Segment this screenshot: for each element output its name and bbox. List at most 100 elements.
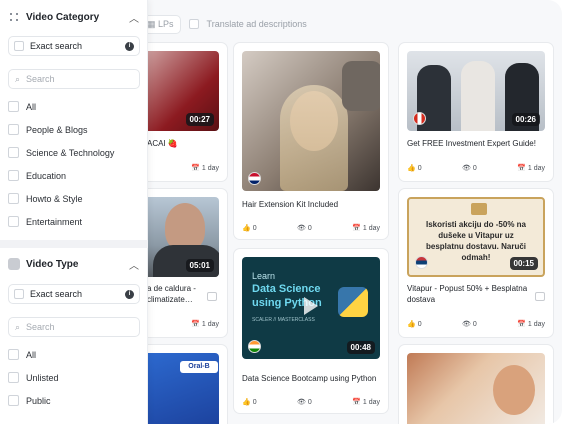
- chevron-up-icon[interactable]: ︿: [129, 257, 139, 272]
- section-divider: [0, 240, 148, 248]
- type-option-public[interactable]: Public: [8, 395, 51, 406]
- country-flag-icon: [248, 340, 261, 353]
- video-card[interactable]: [398, 344, 554, 424]
- exact-search-toggle[interactable]: Exact search i: [8, 284, 140, 304]
- app-window: ▦ LPs Translate ad descriptions 00:27 AC…: [0, 0, 562, 424]
- checkbox[interactable]: [8, 395, 19, 406]
- checkbox[interactable]: [8, 216, 19, 227]
- exact-search-toggle[interactable]: Exact search i: [8, 36, 140, 56]
- date-info: 📅 1 day: [352, 398, 380, 407]
- video-title-line1: a de caldura -: [147, 284, 196, 293]
- likes-count: 👍 0: [242, 398, 257, 407]
- eye-icon: 👁: [461, 321, 471, 328]
- filter-sidebar: Video Category ︿ Exact search i ⌕ Search…: [0, 0, 148, 424]
- type-search-input[interactable]: ⌕ Search: [8, 317, 140, 337]
- thumbs-up-icon: 👍: [407, 321, 416, 328]
- date-info: 📅 1 day: [191, 320, 219, 329]
- date-info: 📅 1 day: [517, 164, 545, 173]
- likes-count: 👍 0: [407, 164, 422, 173]
- category-option-all[interactable]: All: [8, 101, 36, 112]
- date-info: 📅 1 day: [191, 164, 219, 173]
- category-option-education[interactable]: Education: [8, 170, 66, 181]
- lps-label: LPs: [158, 18, 174, 29]
- info-icon[interactable]: i: [125, 41, 134, 51]
- video-thumbnail[interactable]: Learn Data Science using Python SCALER /…: [242, 257, 380, 359]
- brand-logo: [471, 203, 487, 215]
- video-thumbnail[interactable]: [242, 51, 380, 191]
- category-option-howto-style[interactable]: Howto & Style: [8, 193, 83, 204]
- video-card[interactable]: Hair Extension Kit Included 👍 0 👁 0 📅 1 day: [233, 42, 389, 240]
- video-thumbnail[interactable]: Iskoristi akciju do -50% na dušeke u Vit…: [407, 197, 545, 277]
- likes-count: 👍 0: [242, 224, 257, 233]
- calendar-icon: 📅: [517, 165, 526, 172]
- country-flag-icon: [248, 172, 261, 185]
- play-icon[interactable]: [304, 297, 318, 315]
- checkbox[interactable]: [8, 349, 19, 360]
- search-icon: ⌕: [15, 321, 21, 332]
- thumbs-up-icon: 👍: [242, 225, 251, 232]
- category-grid-icon: [8, 11, 20, 23]
- topbar: ▦ LPs Translate ad descriptions: [140, 14, 307, 34]
- video-card[interactable]: Learn Data Science using Python SCALER /…: [233, 248, 389, 414]
- checkbox[interactable]: [8, 101, 19, 112]
- translate-icon[interactable]: [535, 292, 545, 301]
- duration-badge: 00:27: [185, 113, 214, 126]
- calendar-icon: 📅: [352, 399, 361, 406]
- duration-badge: 05:01: [185, 259, 214, 272]
- video-meta: 👍 0 👁 0 📅 1 day: [242, 398, 380, 407]
- video-category-header[interactable]: Video Category ︿: [8, 8, 139, 26]
- search-icon: ⌕: [15, 73, 21, 84]
- thumb-text-headline: Data Science: [252, 283, 321, 295]
- video-meta: 👍 0 👁 0 📅 1 day: [407, 164, 545, 173]
- video-card[interactable]: 00:26 Get FREE Investment Expert Guide! …: [398, 42, 554, 182]
- video-title-line1: Vitapur - Popust 50% + Besplatna: [407, 284, 528, 293]
- exact-search-label: Exact search: [30, 41, 83, 51]
- python-logo-icon: [338, 287, 368, 317]
- checkbox[interactable]: [8, 170, 19, 181]
- video-card[interactable]: Iskoristi akciju do -50% na dušeke u Vit…: [398, 188, 554, 338]
- type-option-unlisted[interactable]: Unlisted: [8, 372, 59, 383]
- calendar-icon: 📅: [352, 225, 361, 232]
- video-thumbnail[interactable]: [407, 353, 545, 424]
- exact-search-checkbox[interactable]: [14, 289, 24, 299]
- chevron-up-icon[interactable]: ︿: [129, 10, 139, 25]
- thumbs-up-icon: 👍: [407, 165, 416, 172]
- eye-icon: 👁: [296, 399, 306, 406]
- video-title: Data Science Bootcamp using Python: [242, 374, 377, 383]
- views-count: 👁 0: [296, 224, 312, 233]
- type-option-all[interactable]: All: [8, 349, 36, 360]
- country-flag-icon: [413, 112, 426, 125]
- translate-checkbox[interactable]: [188, 19, 199, 29]
- video-category-title: Video Category: [26, 11, 100, 23]
- checkbox[interactable]: [8, 124, 19, 135]
- video-type-header[interactable]: Video Type ︿: [8, 255, 139, 273]
- video-title-line2: climatizate…: [147, 295, 193, 304]
- calendar-icon: 📅: [517, 321, 526, 328]
- checkbox[interactable]: [8, 147, 19, 158]
- translate-icon[interactable]: [207, 292, 217, 301]
- video-type-title: Video Type: [26, 258, 79, 270]
- info-icon[interactable]: i: [125, 289, 134, 299]
- eye-icon: 👁: [461, 165, 471, 172]
- likes-count: 👍 0: [407, 320, 422, 329]
- date-info: 📅 1 day: [352, 224, 380, 233]
- views-count: 👁 0: [461, 164, 477, 173]
- video-thumbnail[interactable]: 00:26: [407, 51, 545, 131]
- duration-badge: 00:26: [511, 113, 540, 126]
- thumb-text-brand: SCALER // MASTERCLASS: [252, 317, 315, 323]
- checkbox[interactable]: [8, 372, 19, 383]
- date-info: 📅 1 day: [517, 320, 545, 329]
- video-title: Get FREE Investment Expert Guide!: [407, 139, 536, 148]
- video-type-icon: [8, 258, 20, 270]
- category-option-people-blogs[interactable]: People & Blogs: [8, 124, 88, 135]
- category-search-input[interactable]: ⌕ Search: [8, 69, 140, 89]
- checkbox[interactable]: [8, 193, 19, 204]
- video-title-line2: dostava: [407, 295, 436, 304]
- exact-search-checkbox[interactable]: [14, 41, 24, 51]
- category-option-science-tech[interactable]: Science & Technology: [8, 147, 114, 158]
- video-meta: 👍 0 👁 0 📅 1 day: [407, 320, 545, 329]
- video-title: Hair Extension Kit Included: [242, 200, 339, 209]
- translate-label: Translate ad descriptions: [206, 19, 307, 29]
- category-option-entertainment[interactable]: Entertainment: [8, 216, 82, 227]
- duration-badge: 00:15: [509, 257, 538, 270]
